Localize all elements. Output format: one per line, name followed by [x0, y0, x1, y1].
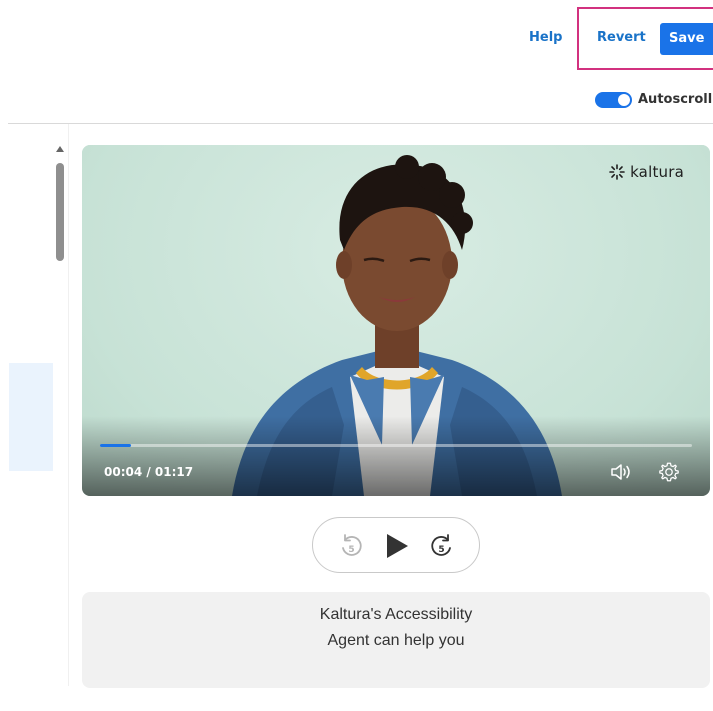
toggle-knob	[618, 94, 630, 106]
save-button[interactable]: Save	[660, 23, 713, 55]
top-toolbar: Help Revert Save Autoscroll	[0, 0, 713, 124]
time-display: 00:04 / 01:17	[104, 465, 194, 479]
play-icon[interactable]	[381, 531, 411, 561]
scroll-up-arrow-icon[interactable]	[56, 146, 64, 152]
scrollbar-thumb[interactable]	[56, 163, 64, 261]
panel-gutter	[68, 124, 69, 686]
brand-name: kaltura	[630, 163, 684, 181]
video-player[interactable]: kaltura 00:04 / 01:17	[82, 145, 710, 496]
settings-gear-icon[interactable]	[658, 461, 680, 483]
transcript-highlight	[9, 363, 53, 471]
progress-fill	[100, 444, 131, 447]
autoscroll-label: Autoscroll	[638, 92, 713, 107]
agent-text-line-2: Agent can help you	[327, 632, 465, 649]
rewind-seconds: 5	[348, 545, 354, 555]
progress-bar[interactable]	[100, 444, 692, 447]
revert-button[interactable]: Revert	[597, 30, 646, 45]
help-link[interactable]: Help	[529, 30, 562, 45]
accessibility-agent-panel: Kaltura's Accessibility Agent can help y…	[82, 592, 710, 688]
forward-5-icon[interactable]: 5	[427, 531, 457, 561]
forward-seconds: 5	[438, 545, 444, 555]
autoscroll-toggle[interactable]	[595, 92, 632, 108]
kaltura-brand: kaltura	[609, 163, 684, 181]
volume-icon[interactable]	[610, 462, 632, 482]
scrollbar[interactable]	[54, 146, 68, 686]
controls-overlay	[82, 416, 710, 496]
kaltura-logo-icon	[609, 164, 625, 180]
rewind-5-icon[interactable]: 5	[336, 531, 366, 561]
playback-controls: 5 5	[312, 517, 480, 573]
agent-text-line-1: Kaltura's Accessibility	[319, 606, 473, 623]
header-divider	[8, 123, 713, 124]
